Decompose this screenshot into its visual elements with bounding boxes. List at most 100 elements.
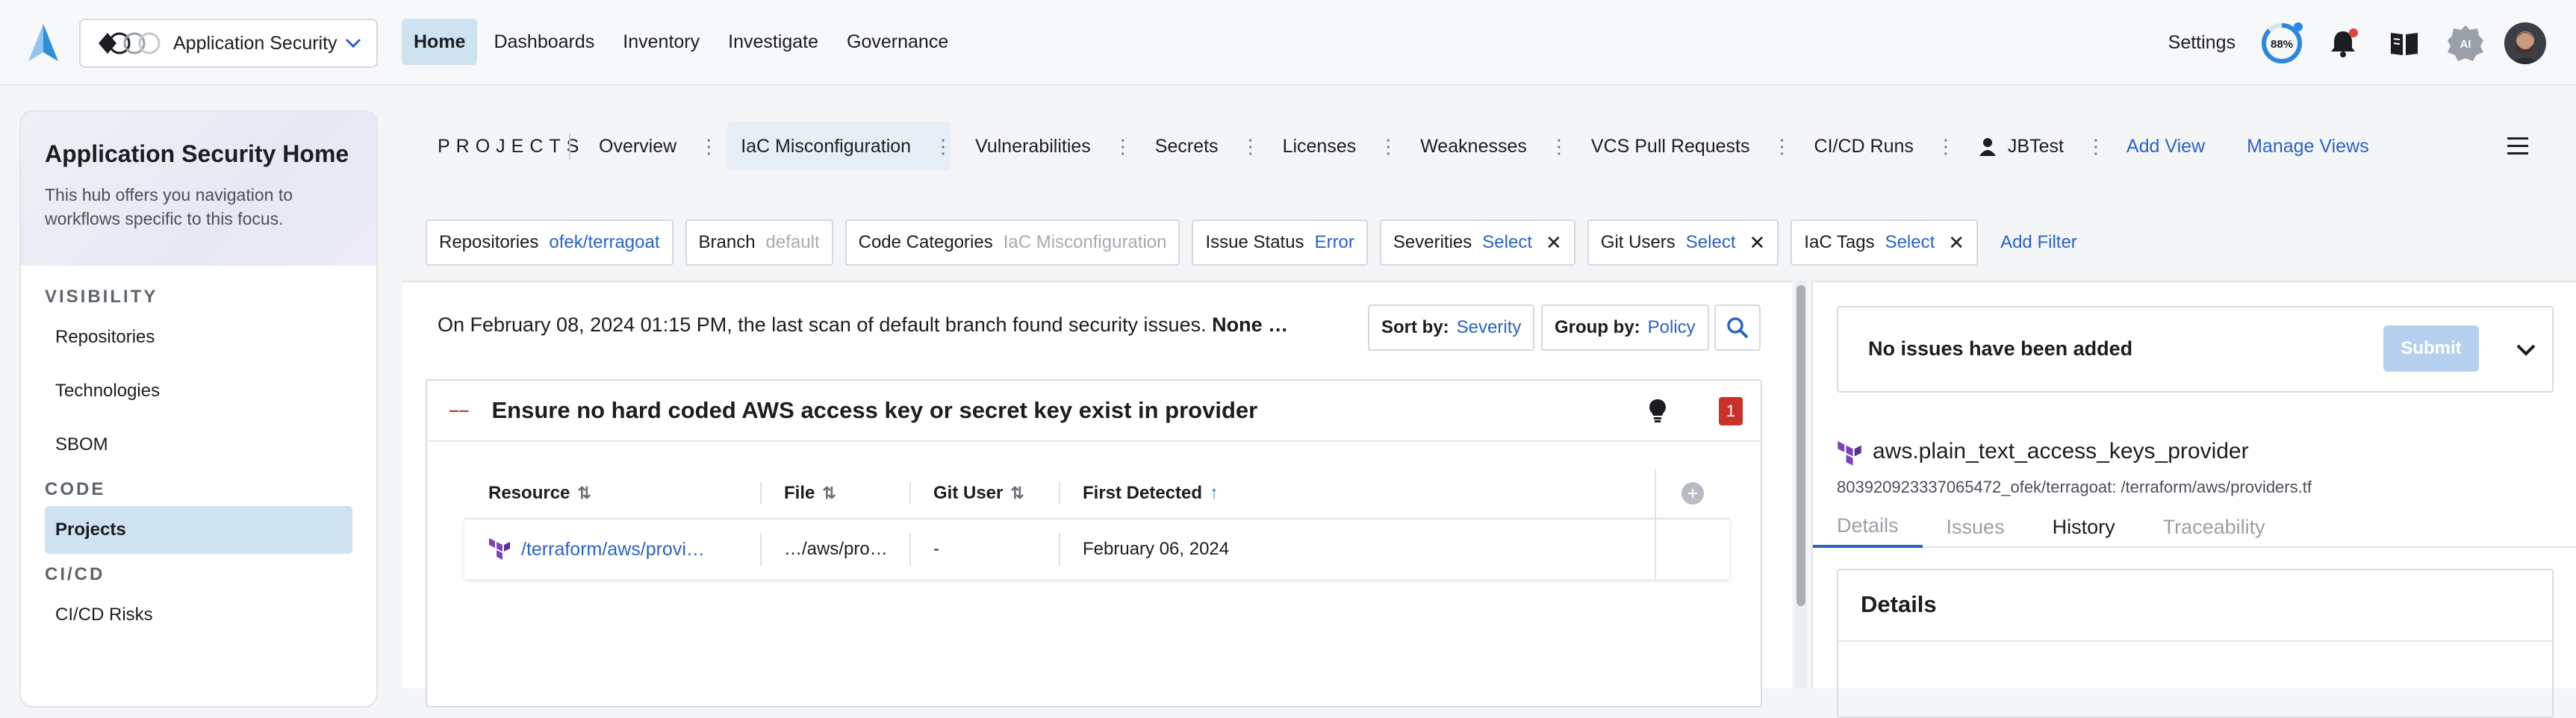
issues-box: No issues have been added Submit <box>1837 306 2554 393</box>
filter-key: Code Categories <box>858 232 993 252</box>
app-switcher[interactable]: Application Security <box>79 19 378 68</box>
more-vertical-icon[interactable]: ⋮ <box>1773 137 1792 156</box>
resource-link[interactable]: /terraform/aws/provi… <box>521 539 705 561</box>
scan-summary: On February 08, 2024 01:15 PM, the last … <box>438 313 1288 337</box>
sort-by-label: Sort by: <box>1381 317 1449 337</box>
sidebar-section-cicd: CI/CD <box>45 564 105 584</box>
column-label: Git User <box>933 483 1004 503</box>
more-vertical-icon[interactable]: ⋮ <box>933 137 953 156</box>
sort-icon[interactable]: ⇅ <box>822 484 836 503</box>
filter-value: default <box>765 232 820 252</box>
sidebar-item-projects[interactable]: Projects <box>45 506 352 554</box>
project-tabbar: PROJECTS Overview ⋮ IaC Misconfiguration ⋮… <box>403 110 2576 182</box>
close-icon[interactable]: ✕ <box>1948 231 1964 255</box>
add-view-link[interactable]: Add View <box>2127 136 2205 157</box>
filter-issue-status[interactable]: Issue Status Error <box>1192 219 1368 266</box>
tab-vcs-pull-requests[interactable]: VCS Pull Requests ⋮ <box>1578 122 1792 171</box>
nav-inventory[interactable]: Inventory <box>611 19 712 65</box>
sidebar: Application Security Home This hub offer… <box>19 110 378 708</box>
terraform-icon <box>489 538 510 560</box>
col-file[interactable]: File ⇅ <box>760 469 909 518</box>
cell-first-detected: February 06, 2024 <box>1059 519 1655 579</box>
filter-code-categories[interactable]: Code Categories IaC Misconfiguration <box>844 219 1180 266</box>
col-git-user[interactable]: Git User ⇅ <box>909 469 1059 518</box>
filter-repositories[interactable]: Repositories ofek/terragoat <box>426 219 673 266</box>
notifications-button[interactable] <box>2321 21 2365 66</box>
scan-suffix[interactable]: None … <box>1212 313 1288 336</box>
sort-icon[interactable]: ⇅ <box>577 484 591 503</box>
tab-issues[interactable]: Issues <box>1923 506 2029 548</box>
sidebar-item-repositories[interactable]: Repositories <box>45 313 352 361</box>
tab-vulnerabilities[interactable]: Vulnerabilities ⋮ <box>962 122 1133 171</box>
table-header: Resource ⇅ File ⇅ Git User ⇅ First Detected… <box>464 469 1729 519</box>
bell-icon <box>2331 28 2358 57</box>
tab-secrets[interactable]: Secrets ⋮ <box>1142 122 1260 171</box>
more-vertical-icon[interactable]: ⋮ <box>1241 137 1260 156</box>
scrollbar-thumb[interactable] <box>1796 285 1805 606</box>
table-row[interactable]: /terraform/aws/provi… …/aws/pro… - Febru… <box>464 519 1729 579</box>
filter-key: IaC Tags <box>1804 232 1875 252</box>
more-vertical-icon[interactable]: ⋮ <box>2086 137 2106 156</box>
tab-details[interactable]: Details <box>1813 506 1923 548</box>
nav-investigate[interactable]: Investigate <box>716 19 830 65</box>
chevron-down-icon[interactable] <box>2513 337 2539 363</box>
nav-dashboards[interactable]: Dashboards <box>482 19 606 65</box>
tab-weaknesses[interactable]: Weaknesses ⋮ <box>1407 122 1569 171</box>
terraform-icon <box>1838 441 1861 466</box>
close-icon[interactable]: ✕ <box>1546 231 1562 255</box>
tab-overview[interactable]: Overview ⋮ <box>585 122 718 171</box>
nav-home[interactable]: Home <box>402 19 478 65</box>
ai-gear-icon: AI <box>2448 25 2483 61</box>
sidebar-item-sbom[interactable]: SBOM <box>45 421 352 469</box>
group-by-dropdown[interactable]: Group by: Policy <box>1541 305 1709 351</box>
tab-traceability[interactable]: Traceability <box>2139 506 2289 548</box>
menu-icon[interactable] <box>2507 137 2528 160</box>
tab-licenses[interactable]: Licenses ⋮ <box>1269 122 1399 171</box>
docs-button[interactable] <box>2382 21 2427 66</box>
add-column-button[interactable]: + <box>1655 469 1729 518</box>
tab-label: JBTest <box>2007 135 2064 157</box>
filter-git-users[interactable]: Git Users Select ✕ <box>1587 219 1779 266</box>
results-scrollbar[interactable] <box>1795 281 1807 688</box>
tab-iac-misconfiguration[interactable]: IaC Misconfiguration ⋮ <box>727 122 953 171</box>
add-filter-link[interactable]: Add Filter <box>2000 232 2077 253</box>
manage-views-link[interactable]: Manage Views <box>2247 136 2369 157</box>
filter-branch[interactable]: Branch default <box>685 219 833 266</box>
more-vertical-icon[interactable]: ⋮ <box>699 137 718 156</box>
filter-value: Error <box>1314 232 1354 252</box>
sidebar-item-cicd-risks[interactable]: CI/CD Risks <box>45 591 352 639</box>
submit-button[interactable]: Submit <box>2383 325 2479 372</box>
more-vertical-icon[interactable]: ⋮ <box>1549 137 1569 156</box>
tab-label: Weaknesses <box>1420 135 1527 157</box>
group-by-value: Policy <box>1647 317 1696 337</box>
sidebar-item-technologies[interactable]: Technologies <box>45 367 352 415</box>
col-resource[interactable]: Resource ⇅ <box>464 469 760 518</box>
tab-cicd-runs[interactable]: CI/CD Runs ⋮ <box>1801 122 1956 171</box>
more-vertical-icon[interactable]: ⋮ <box>1936 137 1956 156</box>
policy-title: Ensure no hard coded AWS access key or s… <box>491 397 1258 423</box>
ai-button[interactable]: AI <box>2443 21 2488 66</box>
tab-history[interactable]: History <box>2029 506 2139 548</box>
more-vertical-icon[interactable]: ⋮ <box>1113 137 1133 156</box>
filter-severities[interactable]: Severities Select ✕ <box>1379 219 1575 266</box>
settings-link[interactable]: Settings <box>2168 32 2236 54</box>
user-avatar-icon <box>2504 22 2546 64</box>
close-icon[interactable]: ✕ <box>1749 231 1766 255</box>
lightbulb-icon[interactable] <box>1647 397 1668 424</box>
filter-iac-tags[interactable]: IaC Tags Select ✕ <box>1791 219 1979 266</box>
sidebar-section-visibility: VISIBILITY <box>45 287 158 307</box>
sort-ascending-icon[interactable]: ↑ <box>1210 483 1219 504</box>
policy-header[interactable]: ‒‒ Ensure no hard coded AWS access key o… <box>427 381 1761 442</box>
more-vertical-icon[interactable]: ⋮ <box>1378 137 1398 156</box>
search-button[interactable] <box>1714 305 1761 351</box>
sidebar-title: Application Security Home <box>45 140 349 167</box>
logo-icon[interactable] <box>25 22 61 64</box>
tab-jbtest[interactable]: JBTest ⋮ <box>1964 122 2106 171</box>
col-first-detected[interactable]: First Detected ↑ <box>1059 469 1655 518</box>
progress-ring[interactable]: 88% <box>2259 21 2304 66</box>
avatar[interactable] <box>2504 22 2546 64</box>
filter-value: Select <box>1482 232 1532 252</box>
sort-icon[interactable]: ⇅ <box>1010 484 1024 503</box>
nav-governance[interactable]: Governance <box>835 19 960 65</box>
sort-by-dropdown[interactable]: Sort by: Severity <box>1368 305 1535 351</box>
